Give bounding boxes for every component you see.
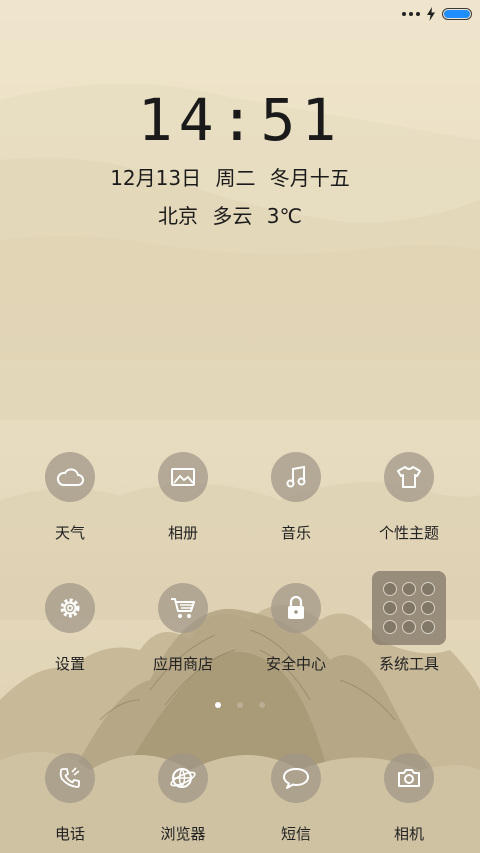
app-label: 设置: [54, 655, 85, 673]
camera-icon: [398, 769, 420, 787]
mini-app-icon: [401, 600, 416, 615]
image-icon: [171, 468, 195, 486]
app-phone[interactable]: 电话: [14, 753, 126, 844]
app-icon-circle: [384, 753, 434, 803]
gear-icon: [60, 598, 80, 618]
app-icon-circle: [158, 753, 208, 803]
tshirt-icon: [397, 466, 421, 488]
weather-line: 北京 多云 3℃: [158, 204, 302, 228]
app-security[interactable]: 安全中心: [240, 583, 352, 674]
globe-icon: [170, 768, 196, 788]
more-dots-icon: [402, 12, 420, 16]
battery-icon: [442, 8, 472, 20]
mini-app-icon: [421, 581, 436, 596]
app-icon-circle: [45, 583, 95, 633]
lock-icon: [288, 595, 304, 619]
charging-bolt-icon: [427, 7, 435, 21]
folder-system-tools[interactable]: 系统工具: [353, 571, 465, 674]
app-label: 天气: [54, 524, 85, 542]
cloud-icon: [56, 468, 84, 486]
app-icon-circle: [45, 753, 95, 803]
app-icon-circle: [271, 753, 321, 803]
mini-app-icon: [382, 581, 397, 596]
folder-icon: [372, 571, 446, 645]
shopping-cart-icon: [171, 598, 195, 618]
mini-app-icon: [382, 620, 397, 635]
app-music[interactable]: 音乐: [240, 452, 352, 543]
music-note-icon: [286, 465, 306, 488]
app-label: 浏览器: [160, 825, 206, 843]
app-icon-circle: [271, 583, 321, 633]
battery-fill: [444, 10, 470, 18]
app-label: 电话: [54, 825, 85, 843]
app-label: 相机: [393, 825, 424, 843]
mini-app-icon: [382, 600, 397, 615]
mini-app-icon: [421, 600, 436, 615]
chat-bubble-icon: [283, 768, 309, 789]
app-themes[interactable]: 个性主题: [353, 452, 465, 543]
app-icon-circle: [158, 583, 208, 633]
app-settings[interactable]: 设置: [14, 583, 126, 674]
page-dot: [237, 702, 243, 708]
page-dot-active: [215, 702, 221, 708]
app-weather[interactable]: 天气: [14, 452, 126, 543]
mini-app-icon: [401, 620, 416, 635]
app-icon-circle: [158, 452, 208, 502]
app-label: 音乐: [280, 524, 311, 542]
app-label: 应用商店: [152, 655, 213, 673]
app-icon-circle: [271, 452, 321, 502]
mini-app-icon: [401, 581, 416, 596]
app-icon-circle: [45, 452, 95, 502]
mini-app-icon: [421, 620, 436, 635]
app-store[interactable]: 应用商店: [127, 583, 239, 674]
app-messages[interactable]: 短信: [240, 753, 352, 844]
app-browser[interactable]: 浏览器: [127, 753, 239, 844]
page-dot: [259, 702, 265, 708]
app-icon-circle: [384, 452, 434, 502]
app-camera[interactable]: 相机: [353, 753, 465, 844]
page-indicator: [0, 702, 480, 708]
clock-time: 14:51: [137, 86, 343, 154]
app-label: 个性主题: [378, 524, 439, 542]
date-line: 12月13日 周二 冬月十五: [110, 166, 350, 190]
app-label: 短信: [280, 825, 311, 843]
app-label: 相册: [167, 524, 198, 542]
status-bar: [402, 6, 472, 22]
app-gallery[interactable]: 相册: [127, 452, 239, 543]
app-label: 系统工具: [378, 655, 439, 673]
app-label: 安全中心: [265, 655, 326, 673]
phone-icon: [59, 767, 80, 788]
